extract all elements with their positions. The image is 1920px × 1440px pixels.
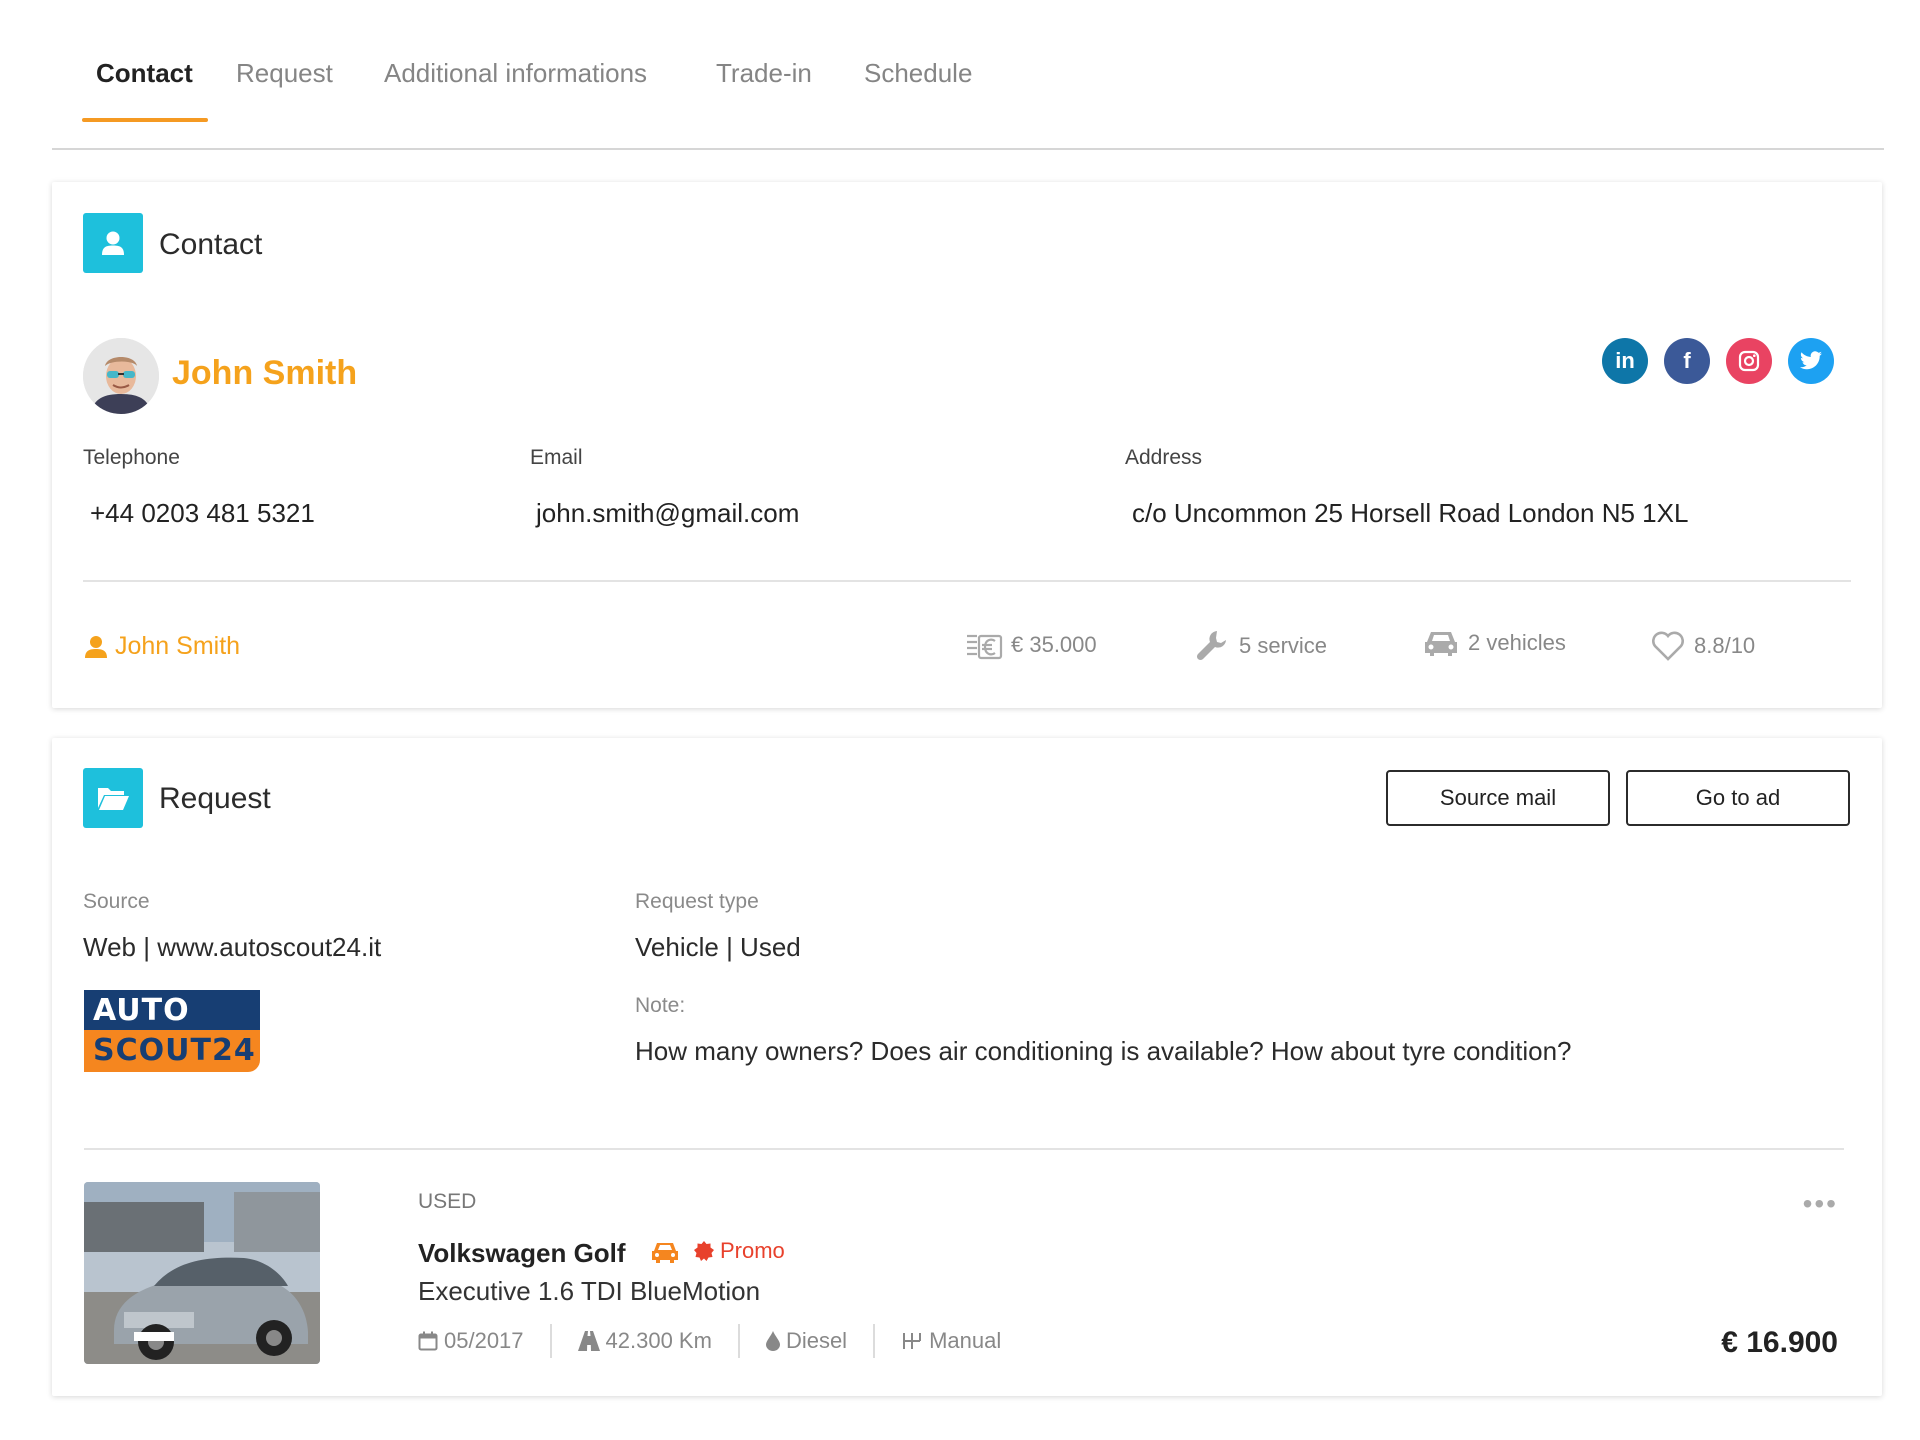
address-value: c/o Uncommon 25 Horsell Road London N5 1… bbox=[1132, 498, 1689, 528]
spec-transmission: Manual bbox=[873, 1324, 1027, 1358]
tab-additional-informations[interactable]: Additional informations bbox=[384, 58, 647, 89]
contact-section-icon bbox=[83, 213, 143, 273]
spend-value: € 35.000 bbox=[1011, 632, 1097, 657]
owner-name: John Smith bbox=[115, 632, 241, 660]
car-icon bbox=[1425, 632, 1457, 656]
wrench-icon bbox=[1196, 631, 1226, 661]
contact-name[interactable]: John Smith bbox=[172, 354, 357, 393]
email-label: Email bbox=[530, 446, 583, 469]
source-label: Source bbox=[83, 890, 150, 913]
request-type-value: Vehicle | Used bbox=[635, 932, 801, 962]
instagram-icon[interactable] bbox=[1726, 338, 1772, 384]
service-stat: 5 service bbox=[1195, 628, 1327, 664]
vehicle-photo[interactable] bbox=[84, 1182, 320, 1364]
person-icon bbox=[85, 635, 107, 658]
vehicles-value: 2 vehicles bbox=[1468, 630, 1566, 655]
promo-label: Promo bbox=[720, 1238, 785, 1263]
telephone-value[interactable]: +44 0203 481 5321 bbox=[90, 498, 315, 529]
spec-mileage: 42.300 Km bbox=[549, 1324, 738, 1358]
active-tab-indicator bbox=[82, 118, 208, 122]
tab-trade-in[interactable]: Trade-in bbox=[716, 58, 812, 89]
logo-top-text: AUTO bbox=[84, 988, 260, 1030]
owner-link[interactable]: John Smith bbox=[83, 632, 240, 661]
more-options-icon[interactable]: ••• bbox=[1803, 1188, 1838, 1220]
fuel-drop-icon bbox=[765, 1331, 780, 1351]
contact-divider bbox=[83, 580, 1851, 582]
person-icon bbox=[102, 231, 124, 255]
rating-stat: 8.8/10 bbox=[1650, 630, 1755, 662]
note-label: Note: bbox=[635, 994, 686, 1017]
avatar bbox=[83, 338, 159, 414]
car-icon bbox=[650, 1240, 680, 1269]
social-links: in f bbox=[1602, 338, 1834, 384]
request-type-label: Request type bbox=[635, 890, 759, 913]
source-mail-button[interactable]: Source mail bbox=[1386, 770, 1610, 826]
vehicle-subtitle: Executive 1.6 TDI BlueMotion bbox=[418, 1276, 761, 1306]
vehicle-condition: USED bbox=[418, 1190, 477, 1213]
vehicle-title[interactable]: Volkswagen Golf bbox=[418, 1238, 626, 1269]
badge-icon bbox=[694, 1241, 714, 1261]
request-section-icon bbox=[83, 768, 143, 828]
tab-schedule[interactable]: Schedule bbox=[864, 58, 972, 89]
folder-icon bbox=[98, 788, 129, 810]
twitter-icon[interactable] bbox=[1788, 338, 1834, 384]
spec-mileage-value: 42.300 Km bbox=[605, 1328, 712, 1353]
road-icon bbox=[577, 1331, 600, 1351]
gearbox-icon bbox=[903, 1333, 922, 1349]
contact-section-title: Contact bbox=[159, 228, 263, 261]
spec-date-value: 05/2017 bbox=[444, 1328, 524, 1353]
linkedin-icon[interactable]: in bbox=[1602, 338, 1648, 384]
spec-transmission-value: Manual bbox=[929, 1328, 1002, 1353]
service-value: 5 service bbox=[1239, 633, 1328, 658]
vehicle-price: € 16.900 bbox=[1721, 1326, 1838, 1359]
telephone-label: Telephone bbox=[83, 446, 180, 469]
note-value: How many owners? Does air conditioning i… bbox=[635, 1036, 1572, 1066]
spec-date: 05/2017 bbox=[418, 1324, 550, 1358]
spec-fuel-value: Diesel bbox=[785, 1328, 848, 1353]
calendar-icon bbox=[418, 1331, 438, 1351]
tab-bar: Contact Request Additional informations … bbox=[52, 0, 1884, 150]
source-value: Web | www.autoscout24.it bbox=[83, 932, 382, 962]
autoscout24-logo: AUTO SCOUT24 bbox=[84, 988, 260, 1074]
vehicles-stat: 2 vehicles bbox=[1422, 628, 1566, 658]
heart-icon bbox=[1652, 631, 1684, 661]
request-section-title: Request bbox=[159, 782, 271, 815]
spend-stat: € 35.000 bbox=[965, 628, 1097, 662]
request-card: Request Source mail Go to ad Source Web … bbox=[52, 738, 1882, 1396]
vehicle-specs: 05/2017 42.300 Km Diesel Manual bbox=[418, 1324, 1027, 1358]
facebook-icon[interactable]: f bbox=[1664, 338, 1710, 384]
logo-bottom-text: SCOUT24 bbox=[84, 1030, 260, 1072]
money-icon bbox=[967, 634, 1003, 660]
spec-fuel: Diesel bbox=[737, 1324, 873, 1358]
contact-card: Contact John Smith in f Telephone +44 02… bbox=[52, 182, 1882, 708]
email-value[interactable]: john.smith@gmail.com bbox=[536, 498, 799, 529]
rating-value: 8.8/10 bbox=[1694, 633, 1756, 658]
request-divider bbox=[84, 1148, 1844, 1150]
go-to-ad-button[interactable]: Go to ad bbox=[1626, 770, 1850, 826]
address-label: Address bbox=[1125, 446, 1203, 469]
tab-contact[interactable]: Contact bbox=[96, 58, 193, 89]
promo-badge: Promo bbox=[694, 1238, 785, 1264]
tab-request[interactable]: Request bbox=[236, 58, 333, 89]
